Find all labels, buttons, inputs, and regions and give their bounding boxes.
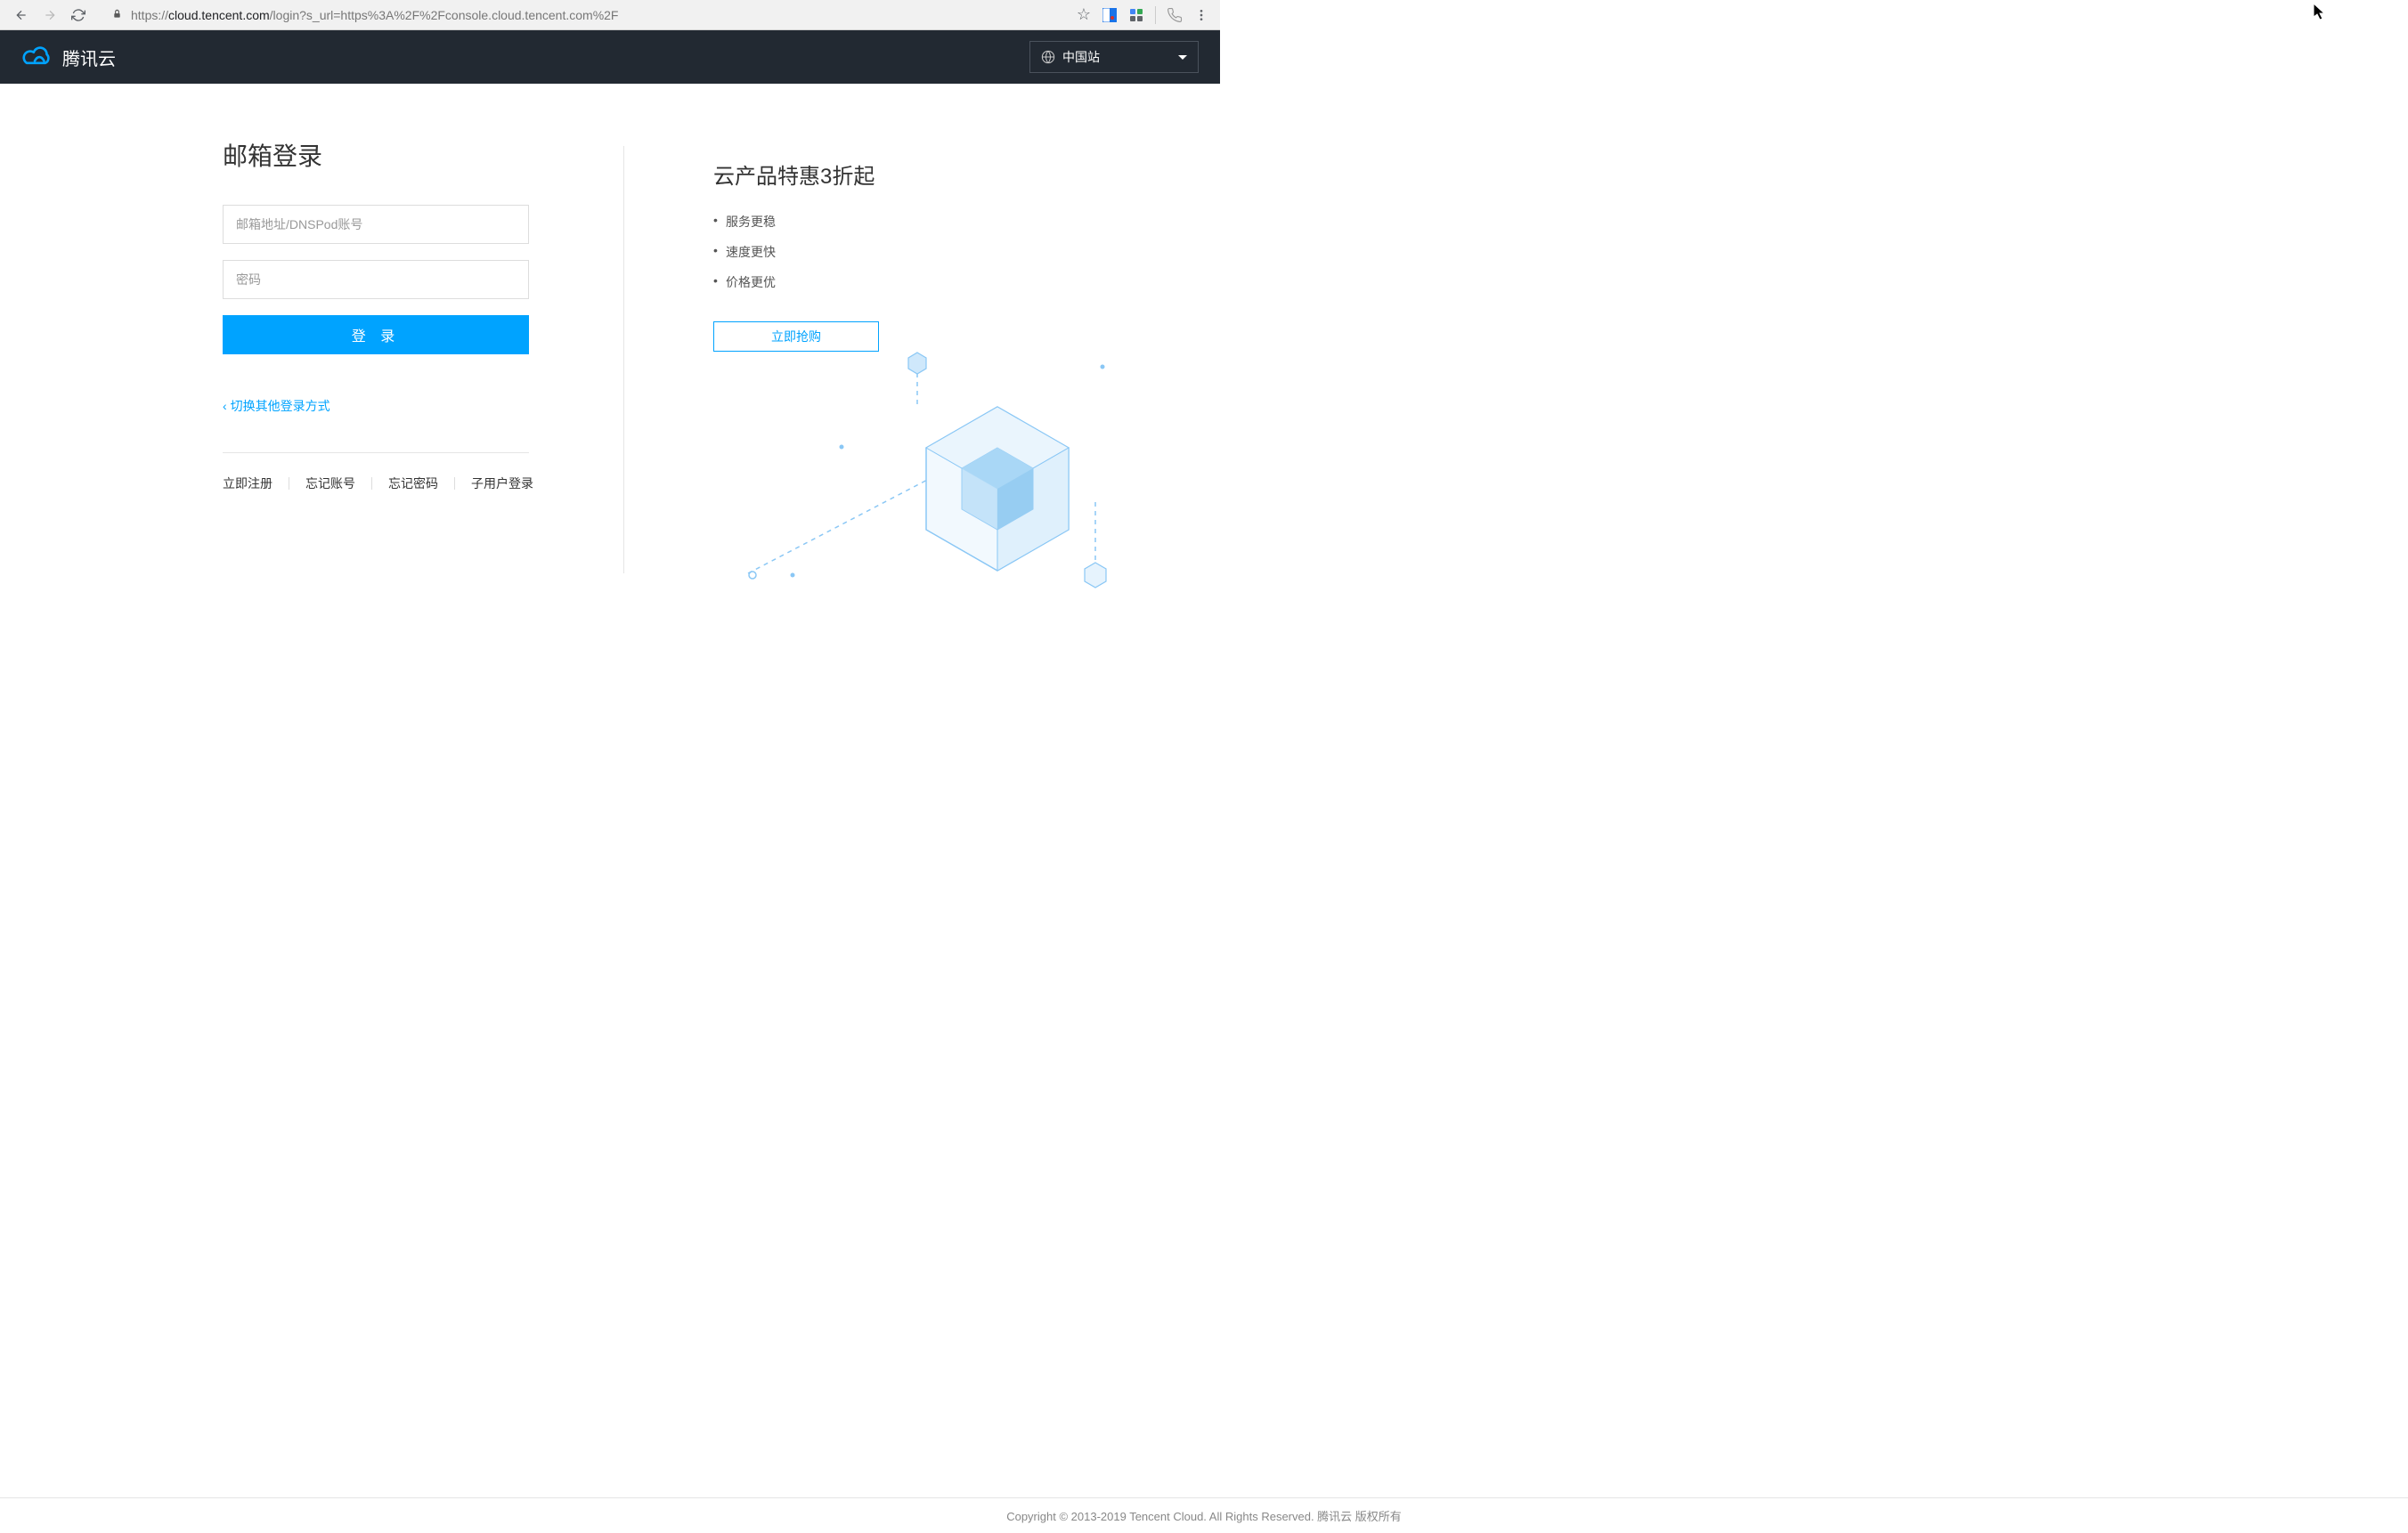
password-field-wrap	[223, 260, 529, 299]
forgot-password-link[interactable]: 忘记密码	[388, 474, 438, 492]
forgot-account-link[interactable]: 忘记账号	[305, 474, 355, 492]
region-dropdown[interactable]: 中国站	[1029, 41, 1199, 73]
brand-text: 腾讯云	[62, 45, 116, 70]
subuser-login-link[interactable]: 子用户登录	[471, 474, 533, 492]
reload-button[interactable]	[68, 4, 89, 26]
main-content: 邮箱登录 登 录 ‹ 切换其他登录方式 立即注册 忘记账号 忘记密码 子用户登录…	[0, 84, 1220, 735]
cursor-icon	[2314, 4, 2328, 21]
login-title: 邮箱登录	[223, 137, 534, 173]
footer-links: 立即注册 忘记账号 忘记密码 子用户登录	[223, 474, 534, 492]
email-field-wrap	[223, 205, 529, 244]
region-label: 中国站	[1062, 48, 1100, 66]
extension-icon-2[interactable]	[1128, 7, 1144, 23]
cloud-logo-icon	[21, 45, 53, 69]
switch-login-label: 切换其他登录方式	[231, 397, 330, 415]
globe-icon	[1041, 50, 1055, 64]
promo-panel: 云产品特惠3折起 服务更稳 速度更快 价格更优 立即抢购	[624, 137, 1220, 735]
site-header: 腾讯云 中国站	[0, 30, 1220, 84]
browser-toolbar: https://cloud.tencent.com/login?s_url=ht…	[0, 0, 1220, 30]
address-bar[interactable]: https://cloud.tencent.com/login?s_url=ht…	[103, 4, 1062, 27]
copyright-text: Copyright © 2013-2019 Tencent Cloud. All…	[1006, 1507, 1402, 1524]
switch-login-link[interactable]: ‹ 切换其他登录方式	[223, 397, 534, 415]
link-separator	[454, 477, 455, 490]
promo-bullet: 价格更优	[713, 273, 1220, 291]
promo-bullet: 服务更稳	[713, 213, 1220, 231]
link-separator	[371, 477, 372, 490]
menu-icon[interactable]	[1193, 7, 1209, 23]
login-panel: 邮箱登录 登 录 ‹ 切换其他登录方式 立即注册 忘记账号 忘记密码 子用户登录	[0, 137, 623, 735]
promo-illustration	[739, 351, 1113, 600]
login-button[interactable]: 登 录	[223, 315, 529, 354]
page-footer: Copyright © 2013-2019 Tencent Cloud. All…	[0, 1497, 2408, 1533]
forward-button[interactable]	[39, 4, 61, 26]
chevron-left-icon: ‹	[223, 399, 227, 413]
lock-icon	[112, 8, 122, 22]
promo-title: 云产品特惠3折起	[713, 158, 1220, 190]
extension-icon-1[interactable]	[1102, 7, 1118, 23]
url-text: https://cloud.tencent.com/login?s_url=ht…	[131, 8, 618, 22]
email-field[interactable]	[236, 217, 516, 231]
chevron-down-icon	[1178, 55, 1187, 60]
promo-list: 服务更稳 速度更快 价格更优	[713, 213, 1220, 291]
password-field[interactable]	[236, 272, 516, 287]
register-link[interactable]: 立即注册	[223, 474, 273, 492]
promo-cta-button[interactable]: 立即抢购	[713, 321, 879, 352]
logo[interactable]: 腾讯云	[21, 45, 116, 70]
toolbar-divider	[1155, 6, 1156, 24]
extension-icon-3[interactable]	[1167, 7, 1183, 23]
back-button[interactable]	[11, 4, 32, 26]
divider	[223, 452, 529, 453]
bookmark-icon[interactable]: ☆	[1077, 5, 1091, 24]
promo-bullet: 速度更快	[713, 243, 1220, 261]
